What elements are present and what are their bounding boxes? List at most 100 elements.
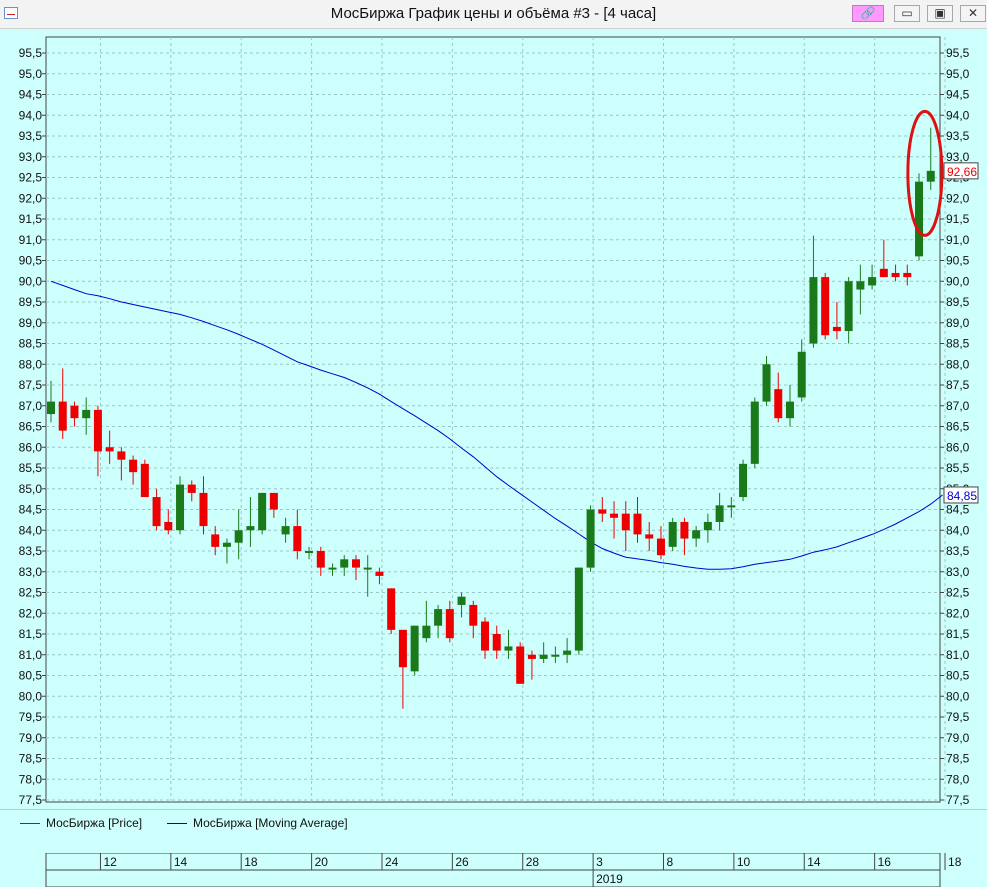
candle-body <box>832 326 841 332</box>
candle-body <box>598 509 607 514</box>
candle-body <box>375 571 384 576</box>
candle-body <box>680 521 689 539</box>
candle-body <box>903 272 912 278</box>
price-chart[interactable]: 95,5 95,5 95,0 95,0 94,5 94,5 94,0 94,0 93,5 93,5… <box>0 29 987 809</box>
y-tick-label-right: 83,0 <box>946 565 970 579</box>
y-tick-label-right: 78,5 <box>946 752 970 766</box>
candle-body <box>809 277 818 344</box>
y-tick-label-left: 88,0 <box>19 357 43 371</box>
y-tick-label-left: 80,5 <box>19 669 43 683</box>
y-tick-label-right: 80,5 <box>946 669 970 683</box>
y-tick-label-right: 81,5 <box>946 627 970 641</box>
candle-body <box>527 654 536 659</box>
y-tick-label-left: 92,0 <box>19 191 43 205</box>
y-tick-label-right: 90,0 <box>946 274 970 288</box>
candle-body <box>117 451 126 460</box>
candle-body <box>93 409 102 452</box>
time-tick-label: 12 <box>103 855 117 869</box>
y-tick-label-right: 86,5 <box>946 420 970 434</box>
y-tick-label-left: 89,5 <box>19 295 43 309</box>
candle-body <box>281 526 290 535</box>
candle-body <box>762 364 771 402</box>
candle-body <box>351 559 360 568</box>
candle-body <box>492 634 501 651</box>
candle-body <box>269 492 278 510</box>
y-tick-label-left: 80,0 <box>19 689 43 703</box>
y-tick-label-left: 92,5 <box>19 171 43 185</box>
y-tick-label-right: 80,0 <box>946 689 970 703</box>
close-button[interactable]: ✕ <box>960 5 986 22</box>
time-tick-label: 24 <box>385 855 399 869</box>
y-tick-label-right: 84,5 <box>946 503 970 517</box>
y-tick-label-right: 90,5 <box>946 254 970 268</box>
candle-body <box>246 526 255 531</box>
candle-body <box>387 588 396 630</box>
y-tick-label-right: 95,0 <box>946 67 970 81</box>
candle-body <box>434 609 443 626</box>
legend-ma-swatch <box>167 823 187 824</box>
candle-body <box>316 551 325 568</box>
maximize-button[interactable]: ▣ <box>927 5 953 22</box>
y-tick-label-left: 84,5 <box>19 503 43 517</box>
y-tick-label-left: 83,0 <box>19 565 43 579</box>
candle-body <box>445 609 454 639</box>
y-tick-label-right: 85,5 <box>946 461 970 475</box>
y-tick-label-left: 94,0 <box>19 108 43 122</box>
window-titlebar: МосБиржа График цены и объёма #3 - [4 ча… <box>0 0 987 29</box>
y-tick-label-left: 87,0 <box>19 399 43 413</box>
candle-body <box>410 625 419 672</box>
candle-body <box>481 621 490 651</box>
ma-value-label: 84,85 <box>947 489 977 503</box>
legend-price-swatch <box>20 823 40 824</box>
y-tick-label-left: 78,5 <box>19 752 43 766</box>
candle-body <box>879 268 888 278</box>
time-tick-label: 20 <box>315 855 329 869</box>
candle-body <box>621 513 630 531</box>
candle-body <box>633 513 642 535</box>
chart-legend: МосБиржа [Price] МосБиржа [Moving Averag… <box>0 809 987 836</box>
candle-body <box>574 567 583 651</box>
year-label: 2019 <box>596 872 623 886</box>
y-tick-label-left: 81,5 <box>19 627 43 641</box>
candle-body <box>222 542 231 547</box>
y-tick-label-right: 79,5 <box>946 710 970 724</box>
y-tick-label-right: 84,0 <box>946 523 970 537</box>
candle-body <box>539 654 548 659</box>
time-tick-label: 14 <box>174 855 188 869</box>
y-tick-label-right: 78,0 <box>946 772 970 786</box>
last-price-label: 92,66 <box>947 165 977 179</box>
candle-body <box>774 389 783 419</box>
y-tick-label-left: 78,0 <box>19 772 43 786</box>
y-tick-label-right: 89,0 <box>946 316 970 330</box>
candle-body <box>703 521 712 531</box>
candle-body <box>727 505 736 508</box>
y-tick-label-left: 94,5 <box>19 88 43 102</box>
candle-body <box>856 281 865 290</box>
time-axis-svg: 12 14 18 20 24 26 28 3 8 10 14 16 18 2019 <box>0 853 987 887</box>
legend-price-label: МосБиржа [Price] <box>46 816 143 830</box>
candle-body <box>551 654 560 657</box>
y-tick-label-left: 83,5 <box>19 544 43 558</box>
link-button[interactable]: 🔗 <box>852 5 884 22</box>
candle-body <box>469 604 478 626</box>
time-tick-label: 16 <box>878 855 892 869</box>
candle-body <box>504 646 513 651</box>
candle-body <box>457 596 466 605</box>
y-tick-label-right: 88,5 <box>946 337 970 351</box>
minimize-button[interactable]: ▭ <box>894 5 920 22</box>
candle-body <box>915 181 924 257</box>
candle-body <box>70 405 79 419</box>
window-title: МосБиржа График цены и объёма #3 - [4 ча… <box>330 5 657 22</box>
y-tick-label-right: 77,5 <box>946 793 970 807</box>
y-tick-label-left: 88,5 <box>19 337 43 351</box>
candle-body <box>926 170 935 182</box>
candle-body <box>715 505 724 522</box>
y-tick-label-right: 87,0 <box>946 399 970 413</box>
y-tick-label-left: 95,0 <box>19 67 43 81</box>
candle-body <box>82 409 91 419</box>
y-tick-label-left: 86,5 <box>19 420 43 434</box>
candle-body <box>563 650 572 655</box>
y-tick-label-right: 95,5 <box>946 46 970 60</box>
candle-body <box>328 567 337 570</box>
y-tick-label-left: 90,0 <box>19 274 43 288</box>
